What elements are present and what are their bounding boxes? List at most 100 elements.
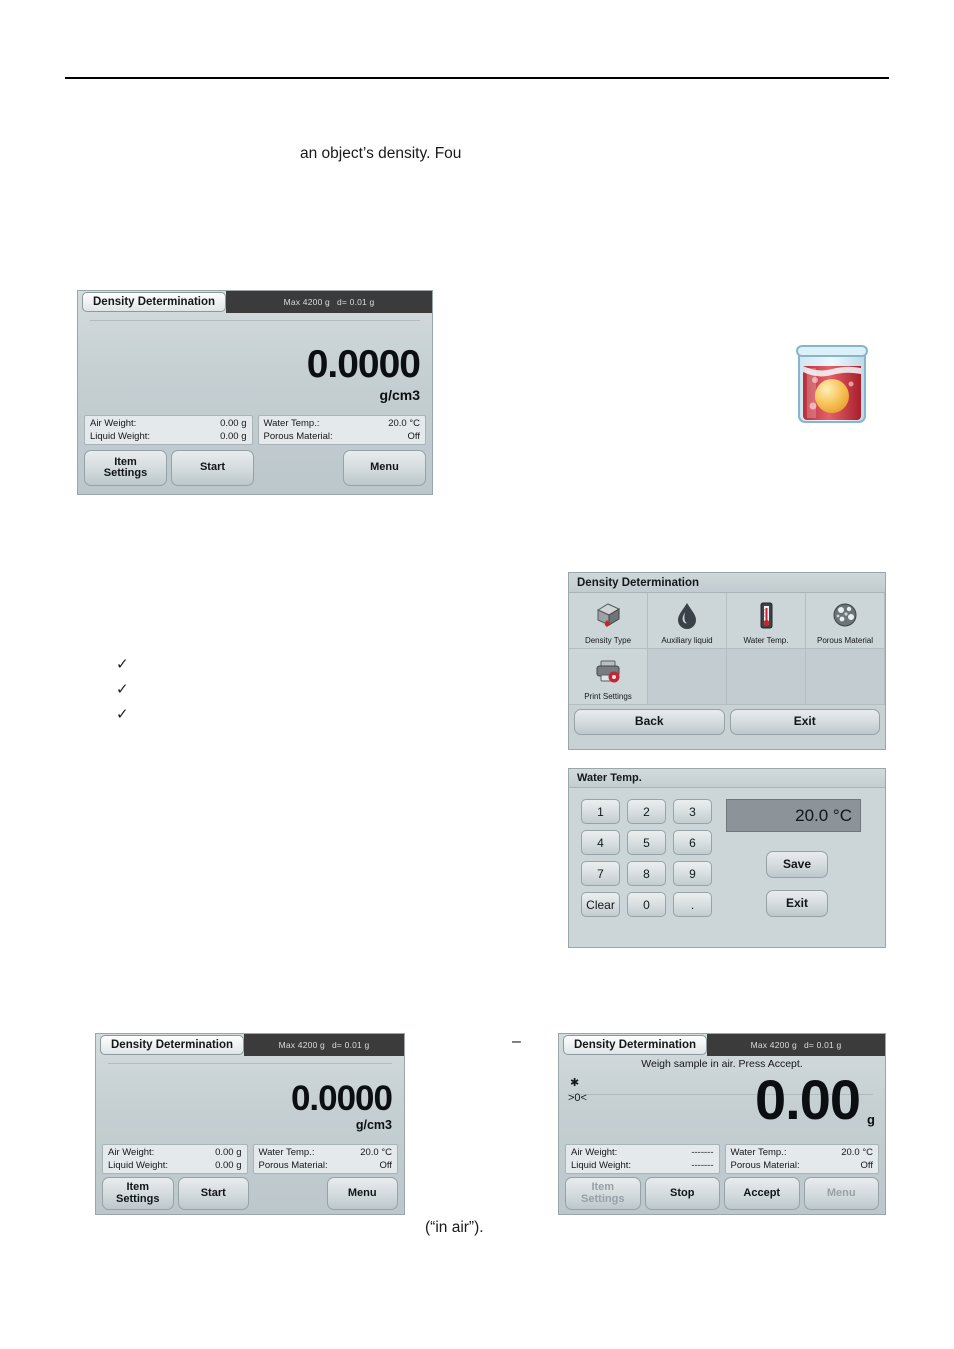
field-value: -------: [691, 1147, 714, 1158]
density-determination-screen-ready: Density Determination Max 4200 g d= 0.01…: [95, 1033, 405, 1215]
menu-item-density-type[interactable]: Density Type: [569, 593, 648, 649]
field-label: Porous Material:: [263, 431, 333, 442]
button-label: Stop: [670, 1186, 695, 1199]
button-label: Menu: [347, 1186, 377, 1199]
density-unit: g/cm3: [379, 387, 420, 403]
menu-item-water-temp[interactable]: Water Temp.: [727, 593, 806, 649]
button-label: Start: [200, 1186, 226, 1199]
menu-button[interactable]: Menu: [343, 450, 426, 486]
separator-dash: –: [512, 1033, 521, 1050]
field-value: 0.00 g: [220, 431, 247, 442]
menu-item-label: Auxiliary liquid: [661, 636, 713, 645]
menu-item-print-settings[interactable]: Print Settings: [569, 649, 648, 705]
capacity-max: Max 4200 g: [283, 297, 330, 307]
field-value: 20.0 °C: [388, 418, 420, 429]
field-label: Water Temp.:: [258, 1147, 315, 1158]
button-label: Menu: [370, 461, 399, 474]
capacity-max: Max 4200 g: [278, 1040, 325, 1050]
menu-cell-empty: [806, 649, 885, 705]
field-liquid-weight: Liquid Weight: -------: [571, 1159, 714, 1172]
info-fields: Air Weight: 0.00 g Liquid Weight: 0.00 g…: [102, 1144, 398, 1174]
key-5[interactable]: 5: [627, 830, 666, 855]
field-label: Air Weight:: [571, 1147, 618, 1158]
menu-button[interactable]: Menu: [326, 1177, 398, 1210]
density-determination-screen-initial: Density Determination Max 4200 g d= 0.01…: [77, 290, 433, 495]
exit-button[interactable]: Exit: [729, 709, 880, 735]
key-8[interactable]: 8: [627, 861, 666, 886]
screen-title: Density Determination: [82, 292, 227, 312]
field-liquid-weight: Liquid Weight: 0.00 g: [108, 1159, 242, 1172]
field-liquid-weight: Liquid Weight: 0.00 g: [90, 430, 247, 443]
menu-item-label: Print Settings: [584, 692, 632, 701]
water-drop-icon: [672, 593, 702, 636]
item-settings-button[interactable]: Item Settings: [84, 450, 167, 486]
menu-item-label: Porous Material: [816, 636, 874, 645]
paragraph-fragment: an object’s density. Fou: [300, 145, 462, 162]
field-label: Liquid Weight:: [571, 1160, 632, 1171]
item-settings-button[interactable]: Item Settings: [565, 1177, 641, 1210]
field-value: 0.00 g: [215, 1147, 242, 1158]
field-porous-material: Porous Material: Off: [264, 430, 421, 443]
screen-title: Density Determination: [100, 1035, 245, 1055]
keypad-exit-button[interactable]: Exit: [766, 890, 828, 917]
key-7[interactable]: 7: [581, 861, 620, 886]
field-label: Water Temp.:: [730, 1147, 787, 1158]
field-label: Air Weight:: [108, 1147, 155, 1158]
water-temp-display[interactable]: 20.0 °C: [726, 799, 861, 832]
capacity-increment: d= 0.01 g: [336, 297, 375, 307]
key-decimal[interactable]: .: [673, 892, 712, 917]
button-label: Exit: [793, 714, 816, 729]
save-button[interactable]: Save: [766, 851, 828, 878]
screen-title: Density Determination: [563, 1035, 708, 1055]
item-settings-button[interactable]: Item Settings: [102, 1177, 174, 1210]
button-label: Exit: [785, 895, 808, 910]
key-3[interactable]: 3: [673, 799, 712, 824]
density-cube-icon: [593, 593, 623, 636]
accept-button[interactable]: Accept: [724, 1177, 800, 1210]
back-button[interactable]: Back: [574, 709, 725, 735]
start-button[interactable]: Start: [177, 1177, 249, 1210]
list-item: ✓: [116, 655, 129, 673]
info-fields: Air Weight: ------- Liquid Weight: -----…: [565, 1144, 879, 1174]
start-button[interactable]: Start: [171, 450, 254, 486]
field-air-weight: Air Weight: -------: [571, 1146, 714, 1159]
field-air-weight: Air Weight: 0.00 g: [90, 417, 247, 430]
field-value: -------: [691, 1160, 714, 1171]
field-value: 20.0 °C: [360, 1147, 392, 1158]
key-2[interactable]: 2: [627, 799, 666, 824]
field-label: Water Temp.:: [263, 418, 320, 429]
density-unit: g/cm3: [355, 1118, 392, 1132]
field-group-right: Water Temp.: 20.0 °C Porous Material: Of…: [252, 1144, 398, 1174]
screen-titlebar: Density Determination Max 4200 g d= 0.01…: [96, 1034, 404, 1056]
info-fields: Air Weight: 0.00 g Liquid Weight: 0.00 g…: [84, 415, 426, 445]
caption-in-air: (“in air”).: [425, 1219, 484, 1236]
menu-cell-empty: [727, 649, 806, 705]
weight-unit: g: [867, 1112, 875, 1127]
density-menu-screen: Density Determination Density Type Auxil…: [568, 572, 886, 750]
softkey-row: Item Settings Start Menu: [102, 1177, 398, 1210]
divider: [90, 320, 420, 321]
list-item: ✓: [116, 680, 129, 698]
softkey-empty: [258, 450, 339, 486]
key-4[interactable]: 4: [581, 830, 620, 855]
porous-sphere-icon: [830, 593, 860, 636]
weight-value: 0.00: [755, 1068, 861, 1131]
field-label: Porous Material:: [258, 1160, 328, 1171]
key-clear[interactable]: Clear: [581, 892, 620, 917]
capacity-readout: Max 4200 g d= 0.01 g: [707, 1034, 885, 1056]
field-label: Liquid Weight:: [90, 431, 151, 442]
field-value: Off: [379, 1160, 393, 1171]
button-label: Item Settings: [116, 1181, 160, 1205]
menu-button[interactable]: Menu: [803, 1177, 879, 1210]
menu-item-porous-material[interactable]: Porous Material: [806, 593, 885, 649]
menu-item-auxiliary-liquid[interactable]: Auxiliary liquid: [648, 593, 727, 649]
stop-button[interactable]: Stop: [644, 1177, 720, 1210]
key-0[interactable]: 0: [627, 892, 666, 917]
key-1[interactable]: 1: [581, 799, 620, 824]
button-label: Accept: [743, 1186, 781, 1199]
density-value: 0.0000: [290, 1079, 393, 1118]
key-6[interactable]: 6: [673, 830, 712, 855]
field-group-left: Air Weight: 0.00 g Liquid Weight: 0.00 g: [102, 1144, 248, 1174]
key-9[interactable]: 9: [673, 861, 712, 886]
button-label: Save: [782, 856, 812, 871]
